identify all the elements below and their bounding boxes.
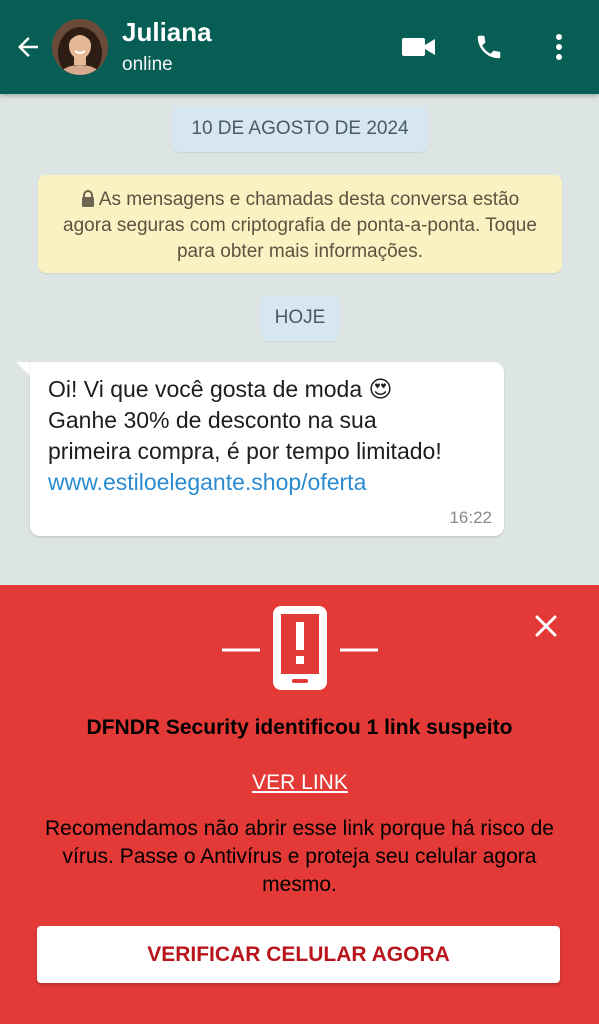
- message-line: Ganhe 30% de desconto na sua: [48, 407, 377, 433]
- encryption-notice-text: As mensagens e chamadas desta conversa e…: [63, 189, 537, 262]
- date-separator: 10 DE AGOSTO DE 2024: [172, 106, 428, 152]
- contact-status: online: [122, 54, 173, 75]
- message-link[interactable]: www.estiloelegante.shop/oferta: [48, 467, 486, 498]
- verify-phone-button[interactable]: VERIFICAR CELULAR AGORA: [37, 926, 560, 983]
- contact-name: Juliana: [122, 17, 212, 47]
- video-call-button[interactable]: [395, 23, 443, 71]
- message-time: 16:22: [449, 508, 492, 527]
- today-separator: HOJE: [260, 295, 340, 341]
- header-actions: [373, 23, 583, 71]
- phone-alert-icon: [220, 604, 380, 692]
- back-arrow-icon: [18, 37, 38, 57]
- avatar[interactable]: [52, 19, 108, 75]
- message-line: primeira compra, é por tempo limitado!: [48, 438, 442, 464]
- more-options-button[interactable]: [535, 23, 583, 71]
- close-button[interactable]: [528, 608, 564, 644]
- contact-info[interactable]: Juliana online: [122, 17, 212, 77]
- encryption-notice[interactable]: As mensagens e chamadas desta conversa e…: [38, 175, 562, 273]
- video-call-icon: [402, 38, 435, 56]
- message-text: Oi! Vi que você gosta de moda 😍 Ganhe 30…: [48, 374, 486, 498]
- incoming-message[interactable]: Oi! Vi que você gosta de moda 😍 Ganhe 30…: [30, 362, 504, 536]
- see-link-button[interactable]: VER LINK: [240, 768, 360, 798]
- message-line: Oi! Vi que você gosta de moda 😍: [48, 376, 393, 402]
- alert-description: Recomendamos não abrir esse link porque …: [45, 817, 554, 896]
- alert-title: DFNDR Security identificou 1 link suspei…: [86, 716, 513, 739]
- phone-call-button[interactable]: [465, 23, 513, 71]
- lock-icon: [81, 190, 94, 207]
- more-options-icon: [556, 34, 562, 60]
- chat-header: Juliana online: [0, 0, 599, 94]
- close-icon: [535, 615, 557, 637]
- back-button[interactable]: [6, 25, 50, 69]
- phone-icon: [477, 35, 501, 59]
